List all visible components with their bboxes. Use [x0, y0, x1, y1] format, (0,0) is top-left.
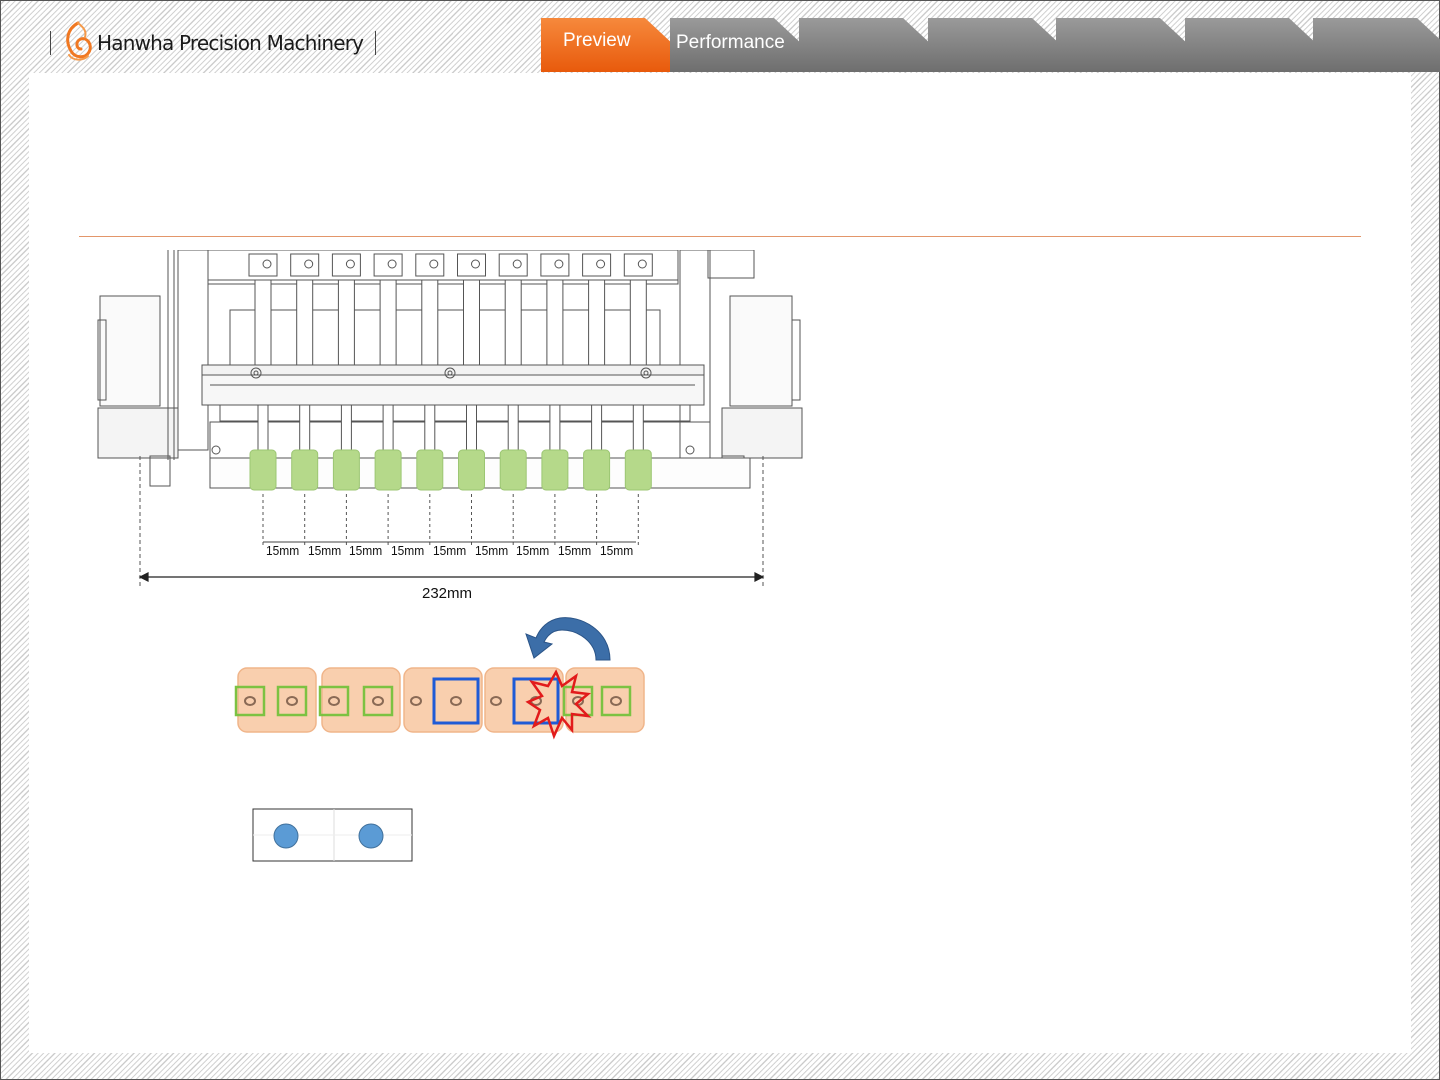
- section-divider: [79, 236, 1361, 237]
- nozzle: [583, 449, 611, 491]
- pitch-label: 15mm: [474, 543, 508, 558]
- pitch-label: 15mm: [599, 543, 633, 558]
- spindle-shaft: [254, 279, 272, 366]
- spindle-shaft: [629, 279, 647, 366]
- spindle-shaft: [546, 279, 564, 366]
- spindle-shaft: [296, 279, 314, 366]
- feeder: [321, 667, 401, 733]
- nozzle: [374, 449, 402, 491]
- nozzle: [499, 449, 527, 491]
- tab-5[interactable]: [1056, 18, 1186, 72]
- tab-4[interactable]: [928, 18, 1058, 72]
- pitch-label: 15mm: [307, 543, 341, 558]
- total-width-label: 232mm: [422, 585, 473, 602]
- nozzle-legend: [252, 808, 413, 862]
- pitch-label: 15mm: [349, 543, 383, 558]
- pitch-guides: [262, 494, 639, 546]
- nozzle: [458, 449, 485, 491]
- nozzle-dot: [358, 823, 384, 849]
- tab-7[interactable]: [1313, 18, 1440, 72]
- tab-label: Performance: [676, 32, 785, 53]
- tab-6[interactable]: [1185, 18, 1315, 72]
- tab-3[interactable]: [799, 18, 929, 72]
- feeder: [565, 667, 645, 733]
- tab-performance[interactable]: Performance: [670, 18, 800, 72]
- spindle-shaft: [421, 279, 439, 366]
- pitch-label: 15mm: [391, 543, 425, 558]
- brand-header: Hanwha Precision Machinery: [44, 18, 382, 68]
- spindle-lower: [340, 404, 352, 451]
- spindle-lower: [257, 404, 269, 451]
- nozzle-dot: [273, 823, 299, 849]
- rotate-arrow-icon: [525, 617, 611, 661]
- pitch-label: 15mm: [557, 543, 592, 558]
- nozzle: [541, 449, 569, 491]
- divider: [50, 31, 51, 55]
- spindle-lower: [299, 404, 311, 451]
- tab-preview[interactable]: Preview: [541, 18, 671, 72]
- tab-label: Preview: [563, 30, 631, 51]
- feeder-collision-diagram: [234, 617, 645, 740]
- spindle-shaft: [337, 279, 355, 366]
- spindle-lower: [632, 404, 644, 451]
- spindle-lower: [549, 404, 561, 451]
- spindle-lower: [382, 404, 394, 451]
- spindle-shaft: [588, 279, 606, 366]
- pitch-label: 15mm: [516, 543, 550, 558]
- pitch-label: 15mm: [266, 543, 300, 558]
- nozzle: [416, 449, 444, 491]
- spindle-shaft: [463, 279, 480, 366]
- nozzle: [332, 449, 360, 491]
- total-dimension-line: [138, 572, 765, 582]
- nozzle: [249, 449, 277, 491]
- nav-tabs: Preview Performance: [541, 18, 1440, 72]
- feeder-group: [234, 667, 645, 733]
- divider: [375, 31, 377, 55]
- spindle-lower: [466, 404, 477, 451]
- spindle-shaft: [504, 279, 522, 366]
- pitch-label: 15mm: [432, 543, 467, 558]
- brand-name: Hanwha Precision Machinery: [97, 31, 364, 55]
- spindle-lower: [591, 404, 603, 451]
- spindle-shaft: [379, 279, 397, 366]
- spindle-lower: [424, 404, 436, 451]
- nozzle: [624, 449, 652, 491]
- nozzle: [291, 449, 319, 491]
- hanwha-flame-logo-icon: [61, 19, 95, 68]
- spindle-lower: [507, 404, 519, 451]
